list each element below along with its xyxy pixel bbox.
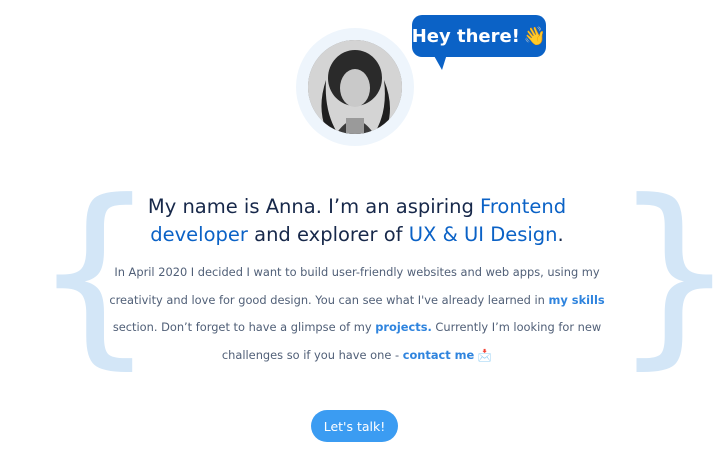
bio-paragraph: In April 2020 I decided I want to build … — [96, 259, 618, 369]
lets-talk-button[interactable]: Let's talk! — [311, 410, 398, 442]
my-skills-link[interactable]: my skills — [549, 293, 605, 307]
headline-middle: and explorer of — [247, 223, 409, 246]
projects-link[interactable]: projects. — [375, 320, 432, 334]
headline-intro: My name is Anna. I’m an aspiring — [147, 195, 481, 218]
greeting-bubble: Hey there! 👋 — [412, 15, 546, 57]
headline-end: . — [557, 223, 564, 246]
bio-text-2: section. Don’t forget to have a glimpse … — [112, 320, 376, 334]
headline: My name is Anna. I’m an aspiring Fronten… — [120, 193, 594, 249]
waving-hand-icon: 👋 — [523, 25, 547, 47]
portrait-image — [308, 40, 402, 134]
avatar — [308, 40, 402, 134]
left-curly-brace: { — [32, 159, 157, 387]
greeting-text: Hey there! — [411, 25, 520, 47]
avatar-ring — [296, 28, 414, 146]
headline-field: UX & UI Design — [408, 223, 558, 246]
envelope-icon: 📩 — [477, 347, 493, 362]
right-curly-brace: } — [612, 175, 714, 371]
contact-me-link[interactable]: contact me — [403, 348, 475, 362]
bio-text-1: In April 2020 I decided I want to build … — [109, 265, 600, 307]
bubble-tail — [433, 54, 447, 70]
